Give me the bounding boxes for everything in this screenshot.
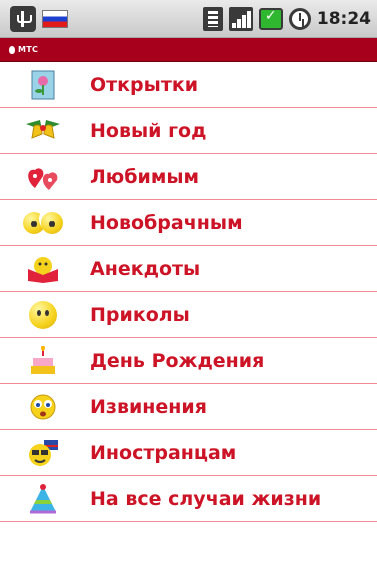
alarm-icon [288,7,311,30]
list-item-postcards[interactable]: Открытки [0,62,377,108]
list-item-pranks[interactable]: Приколы [0,292,377,338]
list-item-label: Любимым [90,165,200,188]
birthday-cake-icon [22,344,64,378]
list-item-label: Иностранцам [90,441,237,464]
list-item-label: Приколы [90,303,190,326]
list-item-foreigners[interactable]: Иностранцам [0,430,377,476]
usb-icon [10,5,36,32]
carrier-bar: МТС [0,38,377,62]
sim-icon [202,6,223,31]
christmas-bells-icon [22,114,64,148]
list-item-jokes[interactable]: Анекдоты [0,246,377,292]
list-item-loved-ones[interactable]: Любимым [0,154,377,200]
newlyweds-icon [22,206,64,240]
status-bar: 18:24 [0,0,377,38]
smiley-icon [22,298,64,332]
list-item-label: Анекдоты [90,257,201,280]
signal-icon [228,6,253,31]
foreigner-smiley-icon [22,436,64,470]
list-item-label: День Рождения [90,349,265,372]
list-item-birthday[interactable]: День Рождения [0,338,377,384]
postcard-icon [22,68,64,102]
list-item-newlyweds[interactable]: Новобрачным [0,200,377,246]
list-item-label: На все случаи жизни [90,487,322,510]
list-item-all-occasions[interactable]: На все случаи жизни [0,476,377,522]
list-item-apologies[interactable]: Извинения [0,384,377,430]
list-item-label: Новый год [90,119,207,142]
list-item-new-year[interactable]: Новый год [0,108,377,154]
list-item-label: Открытки [90,73,199,96]
list-item-label: Извинения [90,395,207,418]
mts-egg-icon [9,45,15,54]
flag-icon [42,9,68,28]
party-hat-icon [22,482,64,516]
status-clock: 18:24 [316,8,371,29]
carrier-name: МТС [18,45,39,54]
carrier-logo: МТС [9,45,38,54]
sorry-smiley-icon [22,390,64,424]
category-list: Открытки Новый год Любимым Новобрачным А… [0,62,377,522]
reading-smiley-icon [22,252,64,286]
battery-icon [258,7,283,30]
list-item-label: Новобрачным [90,211,243,234]
hearts-icon [22,160,64,194]
